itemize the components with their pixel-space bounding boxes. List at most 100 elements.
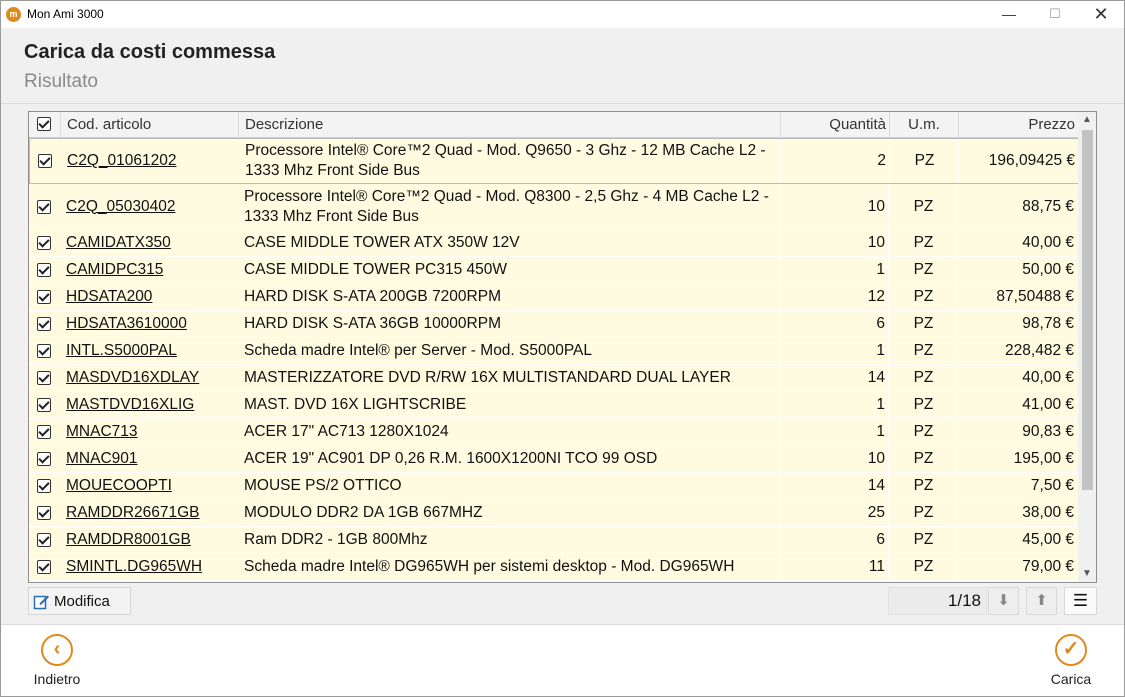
row-checkbox[interactable] (37, 419, 55, 445)
item-price: 98,78 € (958, 311, 1078, 337)
column-header-um[interactable]: U.m. (889, 112, 958, 138)
item-code-link[interactable]: HDSATA3610000 (66, 311, 236, 337)
row-checkbox[interactable] (37, 500, 55, 526)
item-code-link[interactable]: RAMDDR26671GB (66, 500, 236, 526)
close-button[interactable]: ✕ (1078, 1, 1124, 28)
move-up-button[interactable]: ⬆ (1026, 587, 1057, 615)
row-checkbox[interactable] (37, 554, 55, 580)
table-row[interactable]: SMINTL.DG965WH Scheda madre Intel® DG965W… (29, 554, 1078, 581)
item-price: 88,75 € (958, 184, 1078, 229)
table-row[interactable]: CAMIDATX350 CASE MIDDLE TOWER ATX 350W 12… (29, 230, 1078, 257)
item-code-link[interactable]: RAMDDR8001GB (66, 527, 236, 553)
item-um: PZ (913, 369, 934, 386)
item-code-link[interactable]: C2Q_01061202 (67, 139, 237, 183)
item-price: 45,00 € (958, 527, 1078, 553)
scroll-down-icon[interactable]: ▼ (1078, 566, 1096, 582)
table-row[interactable]: HDSATA3610000 HARD DISK S-ATA 36GB 10000R… (29, 311, 1078, 338)
item-code-link[interactable]: MOUECOOPTI (66, 473, 236, 499)
item-quantity: 10 (780, 184, 889, 229)
item-quantity: 12 (780, 284, 889, 310)
row-checkbox[interactable] (37, 527, 55, 553)
item-code-link[interactable]: MASDVD16XDLAY (66, 365, 236, 391)
back-button[interactable]: ‹ Indietro (17, 625, 97, 697)
item-price: 40,00 € (958, 365, 1078, 391)
row-checkbox[interactable] (37, 311, 55, 337)
table-row[interactable]: C2Q_01061202 Processore Intel® Core™2 Qua… (29, 138, 1079, 184)
app-logo-icon: m (6, 7, 21, 22)
grid-body: C2Q_01061202 Processore Intel® Core™2 Qua… (29, 138, 1079, 581)
page-header: Carica da costi commessa Risultato (1, 28, 1124, 104)
table-row[interactable]: MNAC713 ACER 17" AC713 1280X1024 1 PZ 90,83 … (29, 419, 1078, 446)
column-header-description[interactable]: Descrizione (238, 112, 780, 138)
vertical-scrollbar[interactable]: ▲ ▼ (1078, 112, 1096, 582)
table-row[interactable]: RAMDDR26671GB MODULO DDR2 DA 1GB 667MHZ 25… (29, 500, 1078, 527)
checkbox-icon (38, 154, 52, 168)
row-checkbox[interactable] (37, 365, 55, 391)
scrollbar-thumb[interactable] (1082, 130, 1093, 490)
item-quantity: 10 (780, 446, 889, 472)
item-code-link[interactable]: MASTDVD16XLIG (66, 392, 236, 418)
app-window: m Mon Ami 3000 — ☐ ✕ Carica da costi com… (0, 0, 1125, 697)
row-checkbox[interactable] (38, 139, 56, 183)
item-um: PZ (913, 288, 934, 305)
column-header-price[interactable]: Prezzo (958, 112, 1078, 138)
item-code-link[interactable]: CAMIDPC315 (66, 257, 236, 283)
content-area: Cod. articolo Descrizione Quantità U.m. … (1, 104, 1124, 624)
checkbox-icon (37, 452, 51, 466)
item-quantity: 2 (781, 139, 890, 183)
checkbox-icon (37, 236, 51, 250)
item-description: CASE MIDDLE TOWER PC315 450W (244, 261, 508, 278)
table-row[interactable]: MASDVD16XDLAY MASTERIZZATORE DVD R/RW 16X… (29, 365, 1078, 392)
load-button[interactable]: ✓ Carica (1031, 625, 1111, 697)
item-description: ACER 17" AC713 1280X1024 (244, 423, 449, 440)
checkbox-icon (37, 398, 51, 412)
item-price: 79,00 € (958, 554, 1078, 580)
checkbox-icon (37, 560, 51, 574)
checkbox-icon (37, 344, 51, 358)
table-row[interactable]: CAMIDPC315 CASE MIDDLE TOWER PC315 450W 1 P… (29, 257, 1078, 284)
select-all-checkbox[interactable] (37, 117, 51, 133)
scroll-up-icon[interactable]: ▲ (1078, 112, 1096, 128)
row-checkbox[interactable] (37, 338, 55, 364)
table-row[interactable]: RAMDDR8001GB Ram DDR2 - 1GB 800Mhz 6 PZ 45,0… (29, 527, 1078, 554)
move-down-button[interactable]: ⬇ (988, 587, 1019, 615)
window-title: Mon Ami 3000 (27, 7, 104, 21)
column-header-quantity[interactable]: Quantità (780, 112, 889, 138)
item-code-link[interactable]: INTL.S5000PAL (66, 338, 236, 364)
item-description: MASTERIZZATORE DVD R/RW 16X MULTISTANDAR… (244, 369, 731, 386)
table-row[interactable]: MASTDVD16XLIG MAST. DVD 16X LIGHTSCRIBE 1 P… (29, 392, 1078, 419)
row-checkbox[interactable] (37, 284, 55, 310)
row-checkbox[interactable] (37, 473, 55, 499)
item-description: ACER 19" AC901 DP 0,26 R.M. 1600X1200NI … (244, 450, 658, 467)
item-um: PZ (913, 342, 934, 359)
table-row[interactable]: HDSATA200 HARD DISK S-ATA 200GB 7200RPM 12… (29, 284, 1078, 311)
row-checkbox[interactable] (37, 446, 55, 472)
column-header-code[interactable]: Cod. articolo (60, 112, 240, 138)
maximize-button[interactable]: ☐ (1032, 1, 1078, 28)
table-row[interactable]: MNAC901 ACER 19" AC901 DP 0,26 R.M. 1600X… (29, 446, 1078, 473)
row-checkbox[interactable] (37, 257, 55, 283)
item-code-link[interactable]: SMINTL.DG965WH (66, 554, 236, 580)
row-checkbox[interactable] (37, 230, 55, 256)
table-row[interactable]: INTL.S5000PAL Scheda madre Intel® per Ser… (29, 338, 1078, 365)
item-code-link[interactable]: HDSATA200 (66, 284, 236, 310)
item-price: 40,00 € (958, 230, 1078, 256)
item-code-link[interactable]: MNAC901 (66, 446, 236, 472)
item-code-link[interactable]: C2Q_05030402 (66, 184, 236, 229)
item-description: Scheda madre Intel® DG965WH per sistemi … (244, 558, 735, 575)
minimize-button[interactable]: — (986, 1, 1032, 28)
row-checkbox[interactable] (37, 392, 55, 418)
page-indicator: 1/18 (888, 587, 987, 615)
item-code-link[interactable]: MNAC713 (66, 419, 236, 445)
item-code-link[interactable]: CAMIDATX350 (66, 230, 236, 256)
page-title: Carica da costi commessa (24, 41, 276, 63)
item-um: PZ (913, 396, 934, 413)
table-row[interactable]: C2Q_05030402 Processore Intel® Core™2 Qua… (29, 184, 1078, 230)
item-description: HARD DISK S-ATA 36GB 10000RPM (244, 315, 501, 332)
item-quantity: 6 (780, 311, 889, 337)
row-checkbox[interactable] (37, 184, 55, 229)
menu-icon[interactable]: ☰ (1064, 587, 1097, 615)
edit-button[interactable]: Modifica (28, 587, 131, 615)
table-row[interactable]: MOUECOOPTI MOUSE PS/2 OTTICO 14 PZ 7,50 € (29, 473, 1078, 500)
item-quantity: 1 (780, 338, 889, 364)
